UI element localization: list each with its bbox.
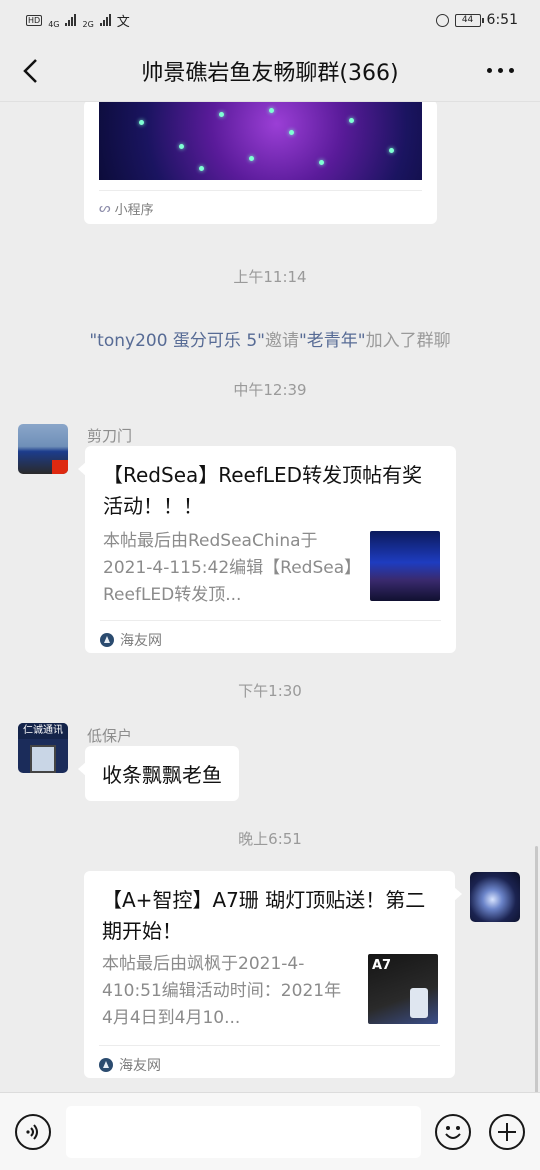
status-left: HD 4G 2G 文 bbox=[26, 11, 130, 30]
network-type-2: 2G bbox=[82, 19, 94, 29]
chat-area[interactable]: ᔕ 小程序 上午11:14 "tony200 蛋分可乐 5"邀请"老青年"加入了… bbox=[0, 102, 540, 1092]
link-card[interactable]: 【RedSea】ReefLED转发顶帖有奖活动！！！ 本帖最后由RedSeaCh… bbox=[78, 446, 456, 653]
link-thumbnail: A7 bbox=[368, 954, 438, 1024]
sender-name: 剪刀门 bbox=[87, 427, 133, 445]
battery-icon: 44 bbox=[454, 13, 484, 27]
voice-icon[interactable] bbox=[15, 1114, 51, 1150]
mini-program-card[interactable]: ᔕ 小程序 bbox=[84, 102, 437, 224]
link-thumbnail bbox=[370, 531, 440, 601]
link-description: 本帖最后由飒枫于2021-4-410:51编辑活动时间：2021年4月4日到4月… bbox=[102, 954, 342, 1028]
avatar-sign: 仁诚通讯 bbox=[18, 723, 68, 739]
link-description: 本帖最后由RedSeaChina于2021-4-115:42编辑【RedSea】… bbox=[103, 531, 353, 605]
phone-shape bbox=[410, 988, 428, 1018]
source-name: 海友网 bbox=[119, 1058, 161, 1074]
link-source: 海友网 bbox=[100, 620, 441, 650]
chat-title: 帅景礁岩鱼友畅聊群(366) bbox=[141, 60, 399, 86]
avatar[interactable]: 仁诚通讯 bbox=[18, 723, 68, 773]
text-message[interactable]: 收条飘飘老鱼 bbox=[78, 746, 239, 801]
link-source: 海友网 bbox=[99, 1045, 440, 1075]
flag-icon bbox=[52, 460, 68, 474]
thumbnail-label: A7 bbox=[372, 958, 392, 973]
inviter-name[interactable]: "tony200 蛋分可乐 5" bbox=[89, 331, 265, 351]
invite-action: 邀请 bbox=[264, 331, 299, 351]
avatar[interactable] bbox=[18, 424, 68, 474]
clock: 6:51 bbox=[486, 12, 518, 28]
source-icon bbox=[100, 633, 114, 647]
emoji-icon[interactable] bbox=[435, 1114, 471, 1150]
signal-icon bbox=[65, 14, 77, 26]
my-avatar[interactable] bbox=[470, 872, 520, 922]
status-bar: HD 4G 2G 文 44 6:51 bbox=[0, 0, 540, 40]
network-type-1: 4G bbox=[48, 19, 60, 29]
sender-name: 低保户 bbox=[87, 727, 133, 745]
timestamp: 下午1:30 bbox=[238, 682, 302, 700]
plus-icon[interactable] bbox=[489, 1114, 525, 1150]
hd-icon: HD bbox=[26, 14, 43, 26]
system-notice: "tony200 蛋分可乐 5"邀请"老青年"加入了群聊 bbox=[0, 326, 540, 351]
source-name: 海友网 bbox=[120, 633, 162, 649]
timestamp: 上午11:14 bbox=[233, 268, 307, 286]
message-input[interactable] bbox=[66, 1106, 421, 1158]
status-right: 44 6:51 bbox=[435, 12, 518, 28]
back-icon[interactable] bbox=[20, 58, 42, 84]
input-bar bbox=[0, 1092, 540, 1170]
timestamp: 中午12:39 bbox=[233, 381, 307, 399]
link-card[interactable]: 【A+智控】A7珊 瑚灯顶贴送！第二期开始！ 本帖最后由飒枫于2021-4-41… bbox=[84, 871, 462, 1078]
mini-program-label: 小程序 bbox=[114, 203, 154, 218]
nav-bar: 帅景礁岩鱼友畅聊群(366) bbox=[0, 40, 540, 102]
link-title: 【RedSea】ReefLED转发顶帖有奖活动！！！ bbox=[103, 463, 423, 518]
link-title: 【A+智控】A7珊 瑚灯顶贴送！第二期开始！ bbox=[102, 888, 426, 943]
mini-program-icon: ᔕ bbox=[99, 201, 111, 216]
invitee-name[interactable]: "老青年" bbox=[299, 331, 366, 351]
more-icon[interactable] bbox=[487, 68, 514, 73]
scrollbar[interactable] bbox=[535, 846, 538, 1092]
invite-tail: 加入了群聊 bbox=[365, 331, 451, 351]
mini-program-image bbox=[99, 102, 422, 180]
alarm-icon bbox=[435, 13, 449, 27]
timestamp: 晚上6:51 bbox=[238, 830, 302, 848]
source-icon bbox=[99, 1058, 113, 1072]
battery-level: 44 bbox=[461, 15, 474, 25]
input-method-icon: 文 bbox=[116, 14, 130, 30]
mini-program-footer: ᔕ 小程序 bbox=[99, 190, 422, 218]
door-shape bbox=[30, 745, 56, 773]
signal-icon-2 bbox=[99, 14, 111, 26]
